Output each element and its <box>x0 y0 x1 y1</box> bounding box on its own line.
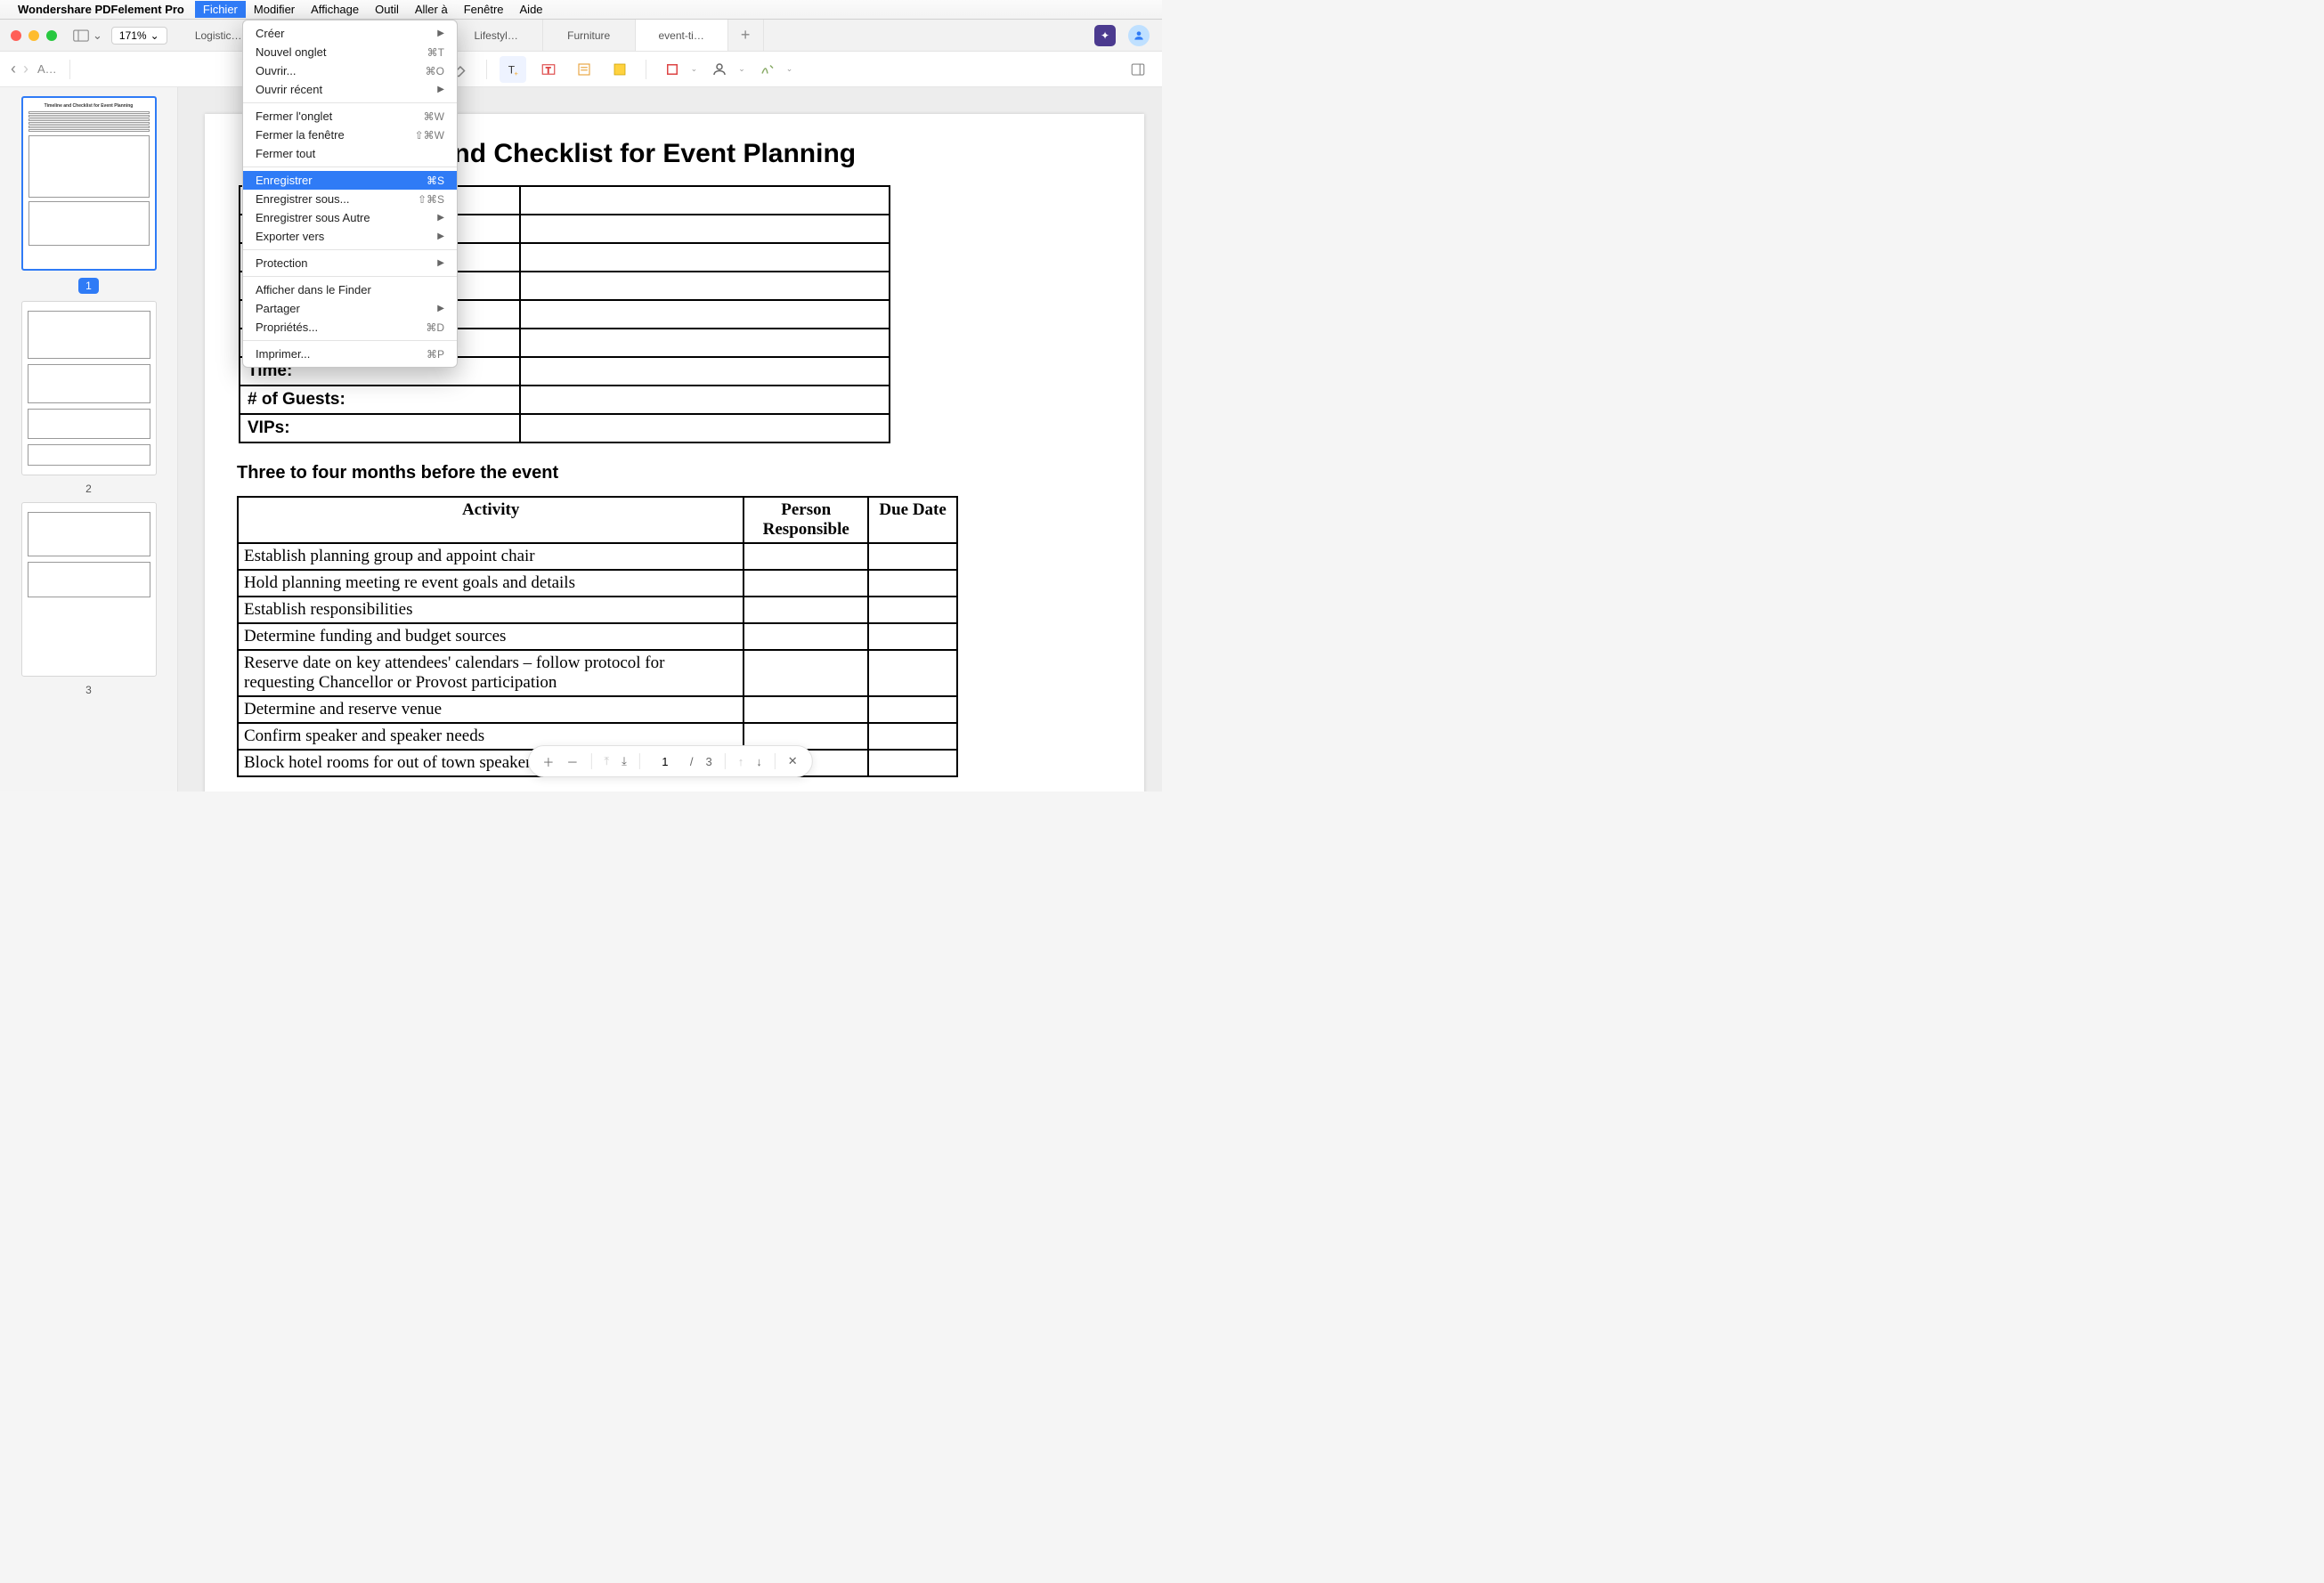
menu-item-partager[interactable]: Partager▶ <box>243 299 457 318</box>
stamp-tool[interactable] <box>706 56 733 83</box>
thumbnail-page-2[interactable] <box>21 301 157 475</box>
tab-lifestyle[interactable]: Lifestyl… <box>451 20 543 51</box>
traffic-lights <box>0 30 68 41</box>
menu-item-fermer-tout[interactable]: Fermer tout <box>243 144 457 163</box>
close-navigator-button[interactable]: ✕ <box>788 754 798 768</box>
app-name: Wondershare PDFelement Pro <box>18 3 184 16</box>
menu-item-fermer-l-onglet[interactable]: Fermer l'onglet⌘W <box>243 107 457 126</box>
menu-item-imprimer-[interactable]: Imprimer...⌘P <box>243 345 457 363</box>
svg-text:+: + <box>514 69 518 77</box>
file-menu-dropdown: Créer▶Nouvel onglet⌘TOuvrir...⌘OOuvrir r… <box>242 20 458 368</box>
menu-item-ouvrir-[interactable]: Ouvrir...⌘O <box>243 61 457 80</box>
menu-affichage[interactable]: Affichage <box>303 1 367 18</box>
thumbnail-page-3[interactable] <box>21 502 157 677</box>
sign-tool[interactable] <box>754 56 781 83</box>
menu-item-protection[interactable]: Protection▶ <box>243 254 457 272</box>
menu-aide[interactable]: Aide <box>512 1 551 18</box>
menu-fichier[interactable]: Fichier <box>195 1 246 18</box>
col-person: Person Responsible <box>744 497 868 543</box>
table-row: Determine funding and budget sources <box>238 623 744 650</box>
table-row: Hold planning meeting re event goals and… <box>238 570 744 597</box>
prev-page-button[interactable]: ↑ <box>738 755 744 768</box>
zoom-selector[interactable]: 171% ⌄ <box>111 27 167 45</box>
page-number-1: 1 <box>78 278 99 294</box>
first-page-button[interactable]: ⤒ <box>604 754 609 768</box>
text-tool[interactable]: T+ <box>500 56 526 83</box>
menu-item-enregistrer-sous-autre[interactable]: Enregistrer sous Autre▶ <box>243 208 457 227</box>
panel-toggle[interactable] <box>1125 56 1151 83</box>
user-avatar[interactable] <box>1128 25 1150 46</box>
next-page-button[interactable]: ↓ <box>756 755 762 768</box>
thumbnail-panel: Timeline and Checklist for Event Plannin… <box>0 87 178 792</box>
toolbar-nav: ‹ › <box>11 60 28 78</box>
tab-event-ti[interactable]: event-ti… <box>636 20 728 51</box>
menu-aller-a[interactable]: Aller à <box>407 1 456 18</box>
chevron-down-icon: ⌄ <box>93 28 102 43</box>
col-activity: Activity <box>238 497 744 543</box>
chevron-down-icon[interactable]: ⌄ <box>738 64 745 74</box>
table-row: Establish planning group and appoint cha… <box>238 543 744 570</box>
sticky-note-tool[interactable] <box>606 56 633 83</box>
sidebar-icon <box>73 29 89 42</box>
table-row: Establish responsibilities <box>238 597 744 623</box>
menu-item-fermer-la-fen-tre[interactable]: Fermer la fenêtre⇧⌘W <box>243 126 457 144</box>
thumbnail-page-1[interactable]: Timeline and Checklist for Event Plannin… <box>21 96 157 271</box>
page-total: 3 <box>706 755 712 768</box>
page-navigator: ＋ － ⤒ ⤓ / 3 ↑ ↓ ✕ <box>527 745 812 777</box>
menu-item-exporter-vers[interactable]: Exporter vers▶ <box>243 227 457 246</box>
zoom-window-button[interactable] <box>46 30 57 41</box>
menu-item-enregistrer[interactable]: Enregistrer⌘S <box>243 171 457 190</box>
table-row: Determine and reserve venue <box>238 696 744 723</box>
menu-item-cr-er[interactable]: Créer▶ <box>243 24 457 43</box>
menu-item-ouvrir-r-cent[interactable]: Ouvrir récent▶ <box>243 80 457 99</box>
toolbar: ‹ › A… S T+ T ⌄ ⌄ ⌄ <box>0 52 1162 87</box>
menu-item-afficher-dans-le-finder[interactable]: Afficher dans le Finder <box>243 280 457 299</box>
menu-item-propri-t-s-[interactable]: Propriétés...⌘D <box>243 318 457 337</box>
main-area: Timeline and Checklist for Event Plannin… <box>0 87 1162 792</box>
chevron-down-icon[interactable]: ⌄ <box>691 64 698 74</box>
window-header: ⌄ 171% ⌄ Logistic… scene Product… Lifest… <box>0 20 1162 52</box>
macos-menubar: Wondershare PDFelement Pro Fichier Modif… <box>0 0 1162 20</box>
menu-item-enregistrer-sous-[interactable]: Enregistrer sous...⇧⌘S <box>243 190 457 208</box>
zoom-value: 171% <box>119 29 147 42</box>
menu-modifier[interactable]: Modifier <box>246 1 303 18</box>
app-badge-icon[interactable]: ✦ <box>1094 25 1116 46</box>
toolbar-truncated-label: A… <box>37 62 57 76</box>
col-due: Due Date <box>868 497 957 543</box>
back-button[interactable]: ‹ <box>11 60 16 78</box>
page-separator: / <box>690 755 694 768</box>
last-page-button[interactable]: ⤓ <box>622 754 627 768</box>
thumb-title: Timeline and Checklist for Event Plannin… <box>28 103 150 109</box>
header-right: ✦ <box>1082 25 1162 46</box>
page-number-2: 2 <box>85 483 92 495</box>
chevron-down-icon: ⌄ <box>150 29 159 42</box>
note-tool[interactable] <box>571 56 597 83</box>
forward-button[interactable]: › <box>23 60 28 78</box>
minimize-window-button[interactable] <box>28 30 39 41</box>
meta-vips: VIPs: <box>240 414 520 442</box>
zoom-in-button[interactable]: ＋ <box>542 753 554 770</box>
menu-outil[interactable]: Outil <box>367 1 407 18</box>
zoom-out-button[interactable]: － <box>566 753 578 770</box>
meta-guests: # of Guests: <box>240 386 520 414</box>
menu-fenetre[interactable]: Fenêtre <box>456 1 512 18</box>
separator <box>486 60 487 79</box>
activity-table: Activity Person Responsible Due Date Est… <box>237 496 958 777</box>
separator <box>69 60 70 79</box>
section-heading: Three to four months before the event <box>237 463 1112 483</box>
svg-text:T: T <box>546 65 551 74</box>
shape-tool[interactable] <box>659 56 686 83</box>
chevron-down-icon[interactable]: ⌄ <box>786 64 793 74</box>
sidebar-toggle[interactable]: ⌄ <box>73 28 102 43</box>
tab-furniture[interactable]: Furniture <box>543 20 636 51</box>
page-number-3: 3 <box>85 684 92 696</box>
table-row: Reserve date on key attendees' calendars… <box>238 650 744 696</box>
close-window-button[interactable] <box>11 30 21 41</box>
menu-item-nouvel-onglet[interactable]: Nouvel onglet⌘T <box>243 43 457 61</box>
textbox-tool[interactable]: T <box>535 56 562 83</box>
page-input[interactable] <box>653 755 678 768</box>
new-tab-button[interactable]: + <box>728 20 764 51</box>
